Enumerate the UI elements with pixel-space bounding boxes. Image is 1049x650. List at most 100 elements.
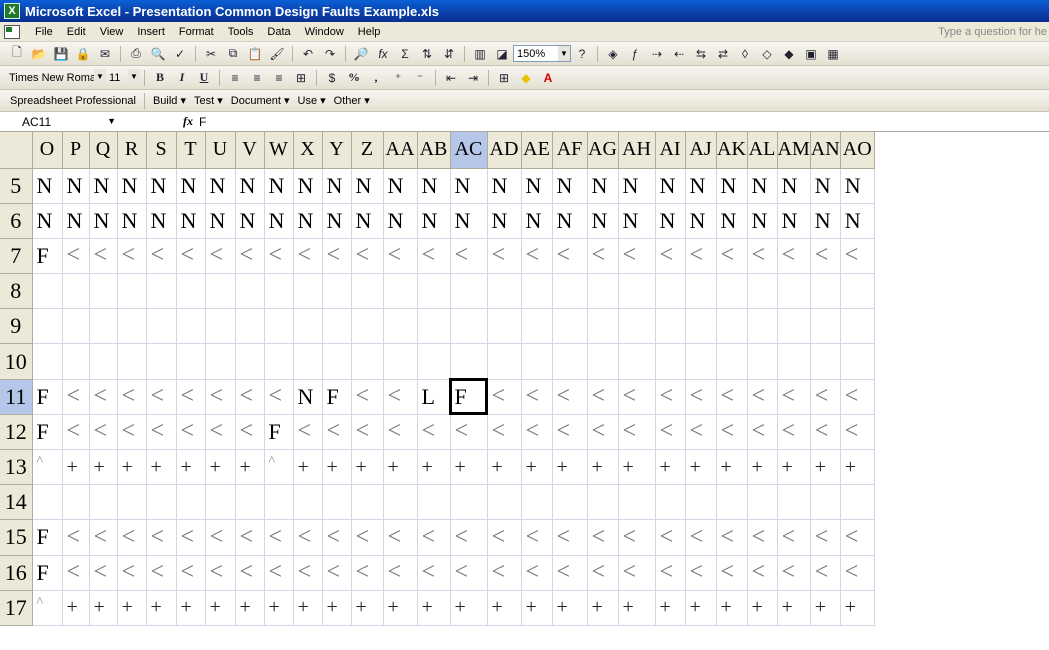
cell-s13[interactable]: + <box>146 449 177 486</box>
cell-q8[interactable] <box>89 273 118 310</box>
cell-q10[interactable] <box>89 343 118 380</box>
cell-ai10[interactable] <box>655 343 686 380</box>
cell-ad17[interactable]: + <box>487 590 522 626</box>
cell-ab11[interactable]: L <box>417 379 451 415</box>
cell-s17[interactable]: + <box>146 590 177 626</box>
cell-s9[interactable] <box>146 308 177 345</box>
cell-am11[interactable]: < <box>777 379 811 415</box>
cell-ab9[interactable] <box>417 308 451 345</box>
cell-af6[interactable]: N <box>552 203 588 239</box>
cell-ah5[interactable]: N <box>618 168 656 204</box>
cell-ac8[interactable] <box>450 273 488 310</box>
cell-p6[interactable]: N <box>62 203 90 239</box>
cell-p9[interactable] <box>62 308 90 345</box>
cell-r7[interactable]: < <box>117 238 147 275</box>
cell-u12[interactable]: < <box>205 414 236 451</box>
cell-y14[interactable] <box>322 484 352 521</box>
cell-w8[interactable] <box>264 273 294 310</box>
merge-center-icon[interactable]: ⊞ <box>291 69 311 87</box>
cell-am16[interactable]: < <box>777 555 811 591</box>
cell-ad7[interactable]: < <box>487 238 522 275</box>
cell-u11[interactable]: < <box>205 379 236 415</box>
cell-ag6[interactable]: N <box>587 203 619 239</box>
cell-o6[interactable]: N <box>32 203 63 239</box>
cell-ao15[interactable]: < <box>840 519 875 556</box>
cell-ah15[interactable]: < <box>618 519 656 556</box>
undo-icon[interactable]: ↶ <box>298 45 318 63</box>
cell-s10[interactable] <box>146 343 177 380</box>
cell-o7[interactable]: F <box>32 238 63 275</box>
cell-v8[interactable] <box>235 273 265 310</box>
cell-u16[interactable]: < <box>205 555 236 591</box>
cell-al9[interactable] <box>747 308 778 345</box>
email-icon[interactable]: ✉ <box>95 45 115 63</box>
cell-y15[interactable]: < <box>322 519 352 556</box>
column-header-ab[interactable]: AB <box>417 132 451 169</box>
cell-ak10[interactable] <box>716 343 748 380</box>
cell-z9[interactable] <box>351 308 384 345</box>
decrease-indent-icon[interactable]: ⇤ <box>441 69 461 87</box>
cell-ai6[interactable]: N <box>655 203 686 239</box>
cell-ac9[interactable] <box>450 308 488 345</box>
cell-aj5[interactable]: N <box>685 168 717 204</box>
cell-aa17[interactable]: + <box>383 590 418 626</box>
cell-r12[interactable]: < <box>117 414 147 451</box>
row-header-15[interactable]: 15 <box>0 519 33 556</box>
menu-view[interactable]: View <box>93 26 131 38</box>
cell-s6[interactable]: N <box>146 203 177 239</box>
permission-icon[interactable]: 🔒 <box>73 45 93 63</box>
cell-aa11[interactable]: < <box>383 379 418 415</box>
cell-ai9[interactable] <box>655 308 686 345</box>
remove-arrows-icon[interactable]: ⇆ <box>691 45 711 63</box>
cell-t9[interactable] <box>176 308 206 345</box>
cell-ah10[interactable] <box>618 343 656 380</box>
cell-s8[interactable] <box>146 273 177 310</box>
clear-validation-icon[interactable]: ▣ <box>801 45 821 63</box>
cell-x6[interactable]: N <box>293 203 323 239</box>
column-header-ac[interactable]: AC <box>450 132 488 169</box>
cell-ab16[interactable]: < <box>417 555 451 591</box>
menu-insert[interactable]: Insert <box>130 26 172 38</box>
cell-ai5[interactable]: N <box>655 168 686 204</box>
cell-aj14[interactable] <box>685 484 717 521</box>
bold-icon[interactable]: B <box>150 69 170 87</box>
cell-o9[interactable] <box>32 308 63 345</box>
row-header-7[interactable]: 7 <box>0 238 33 275</box>
cell-ac15[interactable]: < <box>450 519 488 556</box>
cell-ab6[interactable]: N <box>417 203 451 239</box>
menu-file[interactable]: File <box>28 26 60 38</box>
row-header-9[interactable]: 9 <box>0 308 33 345</box>
cell-v12[interactable]: < <box>235 414 265 451</box>
name-box[interactable]: AC11 ▼ <box>0 113 120 131</box>
cell-y13[interactable]: + <box>322 449 352 486</box>
cell-af13[interactable]: + <box>552 449 588 486</box>
cell-an15[interactable]: < <box>810 519 841 556</box>
autosum-icon[interactable]: Σ <box>395 45 415 63</box>
format-painter-icon[interactable]: 🖌 <box>267 45 287 63</box>
cell-x5[interactable]: N <box>293 168 323 204</box>
cell-ag16[interactable]: < <box>587 555 619 591</box>
cell-w17[interactable]: + <box>264 590 294 626</box>
cut-icon[interactable]: ✂ <box>201 45 221 63</box>
cell-o16[interactable]: F <box>32 555 63 591</box>
cell-t10[interactable] <box>176 343 206 380</box>
cell-z16[interactable]: < <box>351 555 384 591</box>
cell-ai15[interactable]: < <box>655 519 686 556</box>
cell-an14[interactable] <box>810 484 841 521</box>
row-header-16[interactable]: 16 <box>0 555 33 591</box>
cell-t12[interactable]: < <box>176 414 206 451</box>
cell-ab17[interactable]: + <box>417 590 451 626</box>
cell-ah14[interactable] <box>618 484 656 521</box>
percent-icon[interactable]: % <box>344 69 364 87</box>
cell-v17[interactable]: + <box>235 590 265 626</box>
workbook-icon[interactable] <box>4 24 20 39</box>
cell-al17[interactable]: + <box>747 590 778 626</box>
cell-ao12[interactable]: < <box>840 414 875 451</box>
cell-al8[interactable] <box>747 273 778 310</box>
help-icon[interactable]: ? <box>572 45 592 63</box>
excel-app-icon[interactable]: X <box>4 3 20 19</box>
cell-y12[interactable]: < <box>322 414 352 451</box>
comma-icon[interactable]: , <box>366 69 386 87</box>
cell-q9[interactable] <box>89 308 118 345</box>
cell-ag9[interactable] <box>587 308 619 345</box>
